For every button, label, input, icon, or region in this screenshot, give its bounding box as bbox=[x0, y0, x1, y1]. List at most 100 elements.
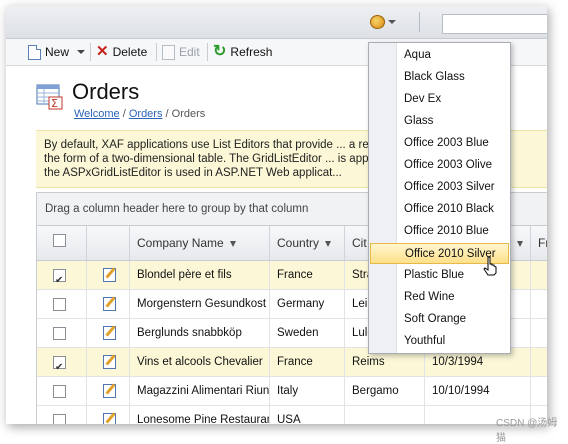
row-checkbox[interactable] bbox=[53, 354, 66, 376]
chevron-down-icon[interactable] bbox=[77, 50, 86, 54]
row-edit-cell[interactable] bbox=[87, 406, 130, 424]
theme-menu: Aqua Black Glass Dev Ex Glass Office 2003 Bl… bbox=[368, 42, 511, 354]
row-select-cell[interactable] bbox=[37, 348, 87, 376]
company-cell: Berglunds snabbköp bbox=[130, 319, 270, 347]
toolbar-divider bbox=[156, 43, 157, 61]
toolbar-divider bbox=[90, 43, 91, 61]
breadcrumb-link-welcome[interactable]: Welcome bbox=[74, 108, 120, 120]
column-header-label: Country bbox=[277, 236, 320, 250]
hand-cursor-icon bbox=[483, 256, 497, 276]
theme-menu-item[interactable]: Aqua bbox=[370, 45, 509, 66]
toolbar-divider bbox=[207, 43, 208, 61]
row-select-cell[interactable] bbox=[37, 261, 87, 289]
freight-cell bbox=[531, 348, 547, 376]
breadcrumb: Welcome / Orders / Orders bbox=[74, 108, 205, 120]
refresh-button[interactable]: ↻ Refresh bbox=[213, 43, 272, 61]
freight-cell bbox=[531, 290, 547, 318]
watermark: CSDN @汤姆 猫 bbox=[496, 418, 558, 444]
page-title: Orders bbox=[72, 79, 140, 104]
date-cell: 10/10/1994 bbox=[425, 377, 531, 405]
theme-menu-item[interactable]: Dev Ex bbox=[370, 89, 509, 110]
theme-menu-item[interactable]: Red Wine bbox=[370, 287, 509, 308]
column-header-label: Cit bbox=[352, 236, 367, 250]
column-header-country[interactable]: Country bbox=[270, 226, 345, 260]
top-bar bbox=[6, 6, 547, 39]
company-cell: Magazzini Alimentari Riuniti bbox=[130, 377, 270, 405]
freight-cell bbox=[531, 319, 547, 347]
svg-text:Σ: Σ bbox=[51, 97, 58, 110]
row-edit-cell[interactable] bbox=[87, 377, 130, 405]
row-edit-cell[interactable] bbox=[87, 290, 130, 318]
breadcrumb-current: Orders bbox=[171, 108, 206, 120]
theme-menu-item[interactable]: Glass bbox=[370, 111, 509, 132]
theme-menu-item[interactable]: Office 2010 Blue bbox=[370, 221, 509, 242]
row-edit-cell[interactable] bbox=[87, 261, 130, 289]
theme-selector-button[interactable] bbox=[370, 14, 400, 30]
filter-icon[interactable] bbox=[229, 240, 236, 247]
edit-row-icon[interactable] bbox=[103, 297, 116, 311]
company-cell: Blondel père et fils bbox=[130, 261, 270, 289]
column-header-label: Company Name bbox=[137, 236, 224, 250]
row-checkbox[interactable] bbox=[53, 385, 66, 398]
country-cell: France bbox=[270, 348, 345, 376]
row-checkbox[interactable] bbox=[53, 414, 66, 424]
refresh-icon: ↻ bbox=[213, 43, 227, 60]
edit-label: Edit bbox=[179, 45, 200, 59]
city-cell: Bergamo bbox=[345, 377, 425, 405]
edit-row-icon[interactable] bbox=[103, 268, 116, 282]
select-all-checkbox[interactable] bbox=[53, 234, 66, 247]
new-document-icon bbox=[28, 44, 41, 60]
filter-icon[interactable] bbox=[517, 240, 523, 247]
row-checkbox[interactable] bbox=[53, 267, 66, 289]
row-checkbox[interactable] bbox=[53, 298, 66, 311]
edit-row-icon[interactable] bbox=[103, 355, 116, 369]
row-edit-cell[interactable] bbox=[87, 348, 130, 376]
country-cell: Sweden bbox=[270, 319, 345, 347]
row-select-cell[interactable] bbox=[37, 406, 87, 424]
breadcrumb-link-orders[interactable]: Orders bbox=[129, 108, 163, 120]
country-cell: USA bbox=[270, 406, 345, 424]
freight-cell bbox=[531, 261, 547, 289]
refresh-label: Refresh bbox=[230, 45, 273, 59]
row-select-cell[interactable] bbox=[37, 377, 87, 405]
orders-table-icon: Σ bbox=[36, 84, 63, 110]
breadcrumb-separator: / bbox=[122, 108, 126, 120]
app-window: New ✕ Delete Edit ↻ Refresh Σ Orders Wel… bbox=[6, 6, 547, 424]
theme-menu-item[interactable]: Youthful bbox=[370, 331, 509, 352]
company-cell: Morgenstern Gesundkost bbox=[130, 290, 270, 318]
freight-cell bbox=[531, 377, 547, 405]
column-header-company[interactable]: Company Name bbox=[130, 226, 270, 260]
edit-row-icon[interactable] bbox=[103, 384, 116, 398]
edit-row-icon[interactable] bbox=[103, 326, 116, 340]
edit-button[interactable]: Edit bbox=[162, 43, 200, 61]
theme-menu-item[interactable]: Soft Orange bbox=[370, 309, 509, 330]
city-cell bbox=[345, 406, 425, 424]
edit-row-icon[interactable] bbox=[103, 413, 116, 424]
country-cell: Germany bbox=[270, 290, 345, 318]
row-checkbox[interactable] bbox=[53, 327, 66, 340]
table-row[interactable]: Lonesome Pine Restaurant USA bbox=[37, 406, 547, 424]
palette-icon bbox=[370, 15, 385, 29]
search-input[interactable] bbox=[442, 14, 547, 34]
delete-label: Delete bbox=[112, 45, 148, 59]
breadcrumb-separator: / bbox=[165, 108, 169, 120]
theme-menu-item[interactable]: Office 2003 Olive bbox=[370, 155, 509, 176]
row-select-cell[interactable] bbox=[37, 319, 87, 347]
theme-menu-item[interactable]: Office 2003 Blue bbox=[370, 133, 509, 154]
delete-x-icon: ✕ bbox=[96, 43, 109, 60]
theme-menu-item[interactable]: Office 2003 Silver bbox=[370, 177, 509, 198]
table-row[interactable]: Magazzini Alimentari Riuniti Italy Bergamo… bbox=[37, 377, 547, 406]
theme-menu-item[interactable]: Black Glass bbox=[370, 67, 509, 88]
column-header-label: Fr bbox=[538, 236, 547, 250]
new-button[interactable]: New bbox=[28, 43, 86, 61]
row-edit-cell[interactable] bbox=[87, 319, 130, 347]
edit-icon bbox=[162, 44, 175, 60]
row-select-cell[interactable] bbox=[37, 290, 87, 318]
country-cell: Italy bbox=[270, 377, 345, 405]
filter-icon[interactable] bbox=[325, 240, 332, 247]
chevron-down-icon bbox=[388, 20, 396, 24]
theme-menu-item[interactable]: Office 2010 Black bbox=[370, 199, 509, 220]
header-select-cell[interactable] bbox=[37, 226, 87, 260]
column-header-freight[interactable]: Fr bbox=[531, 226, 547, 260]
delete-button[interactable]: ✕ Delete bbox=[96, 43, 147, 61]
